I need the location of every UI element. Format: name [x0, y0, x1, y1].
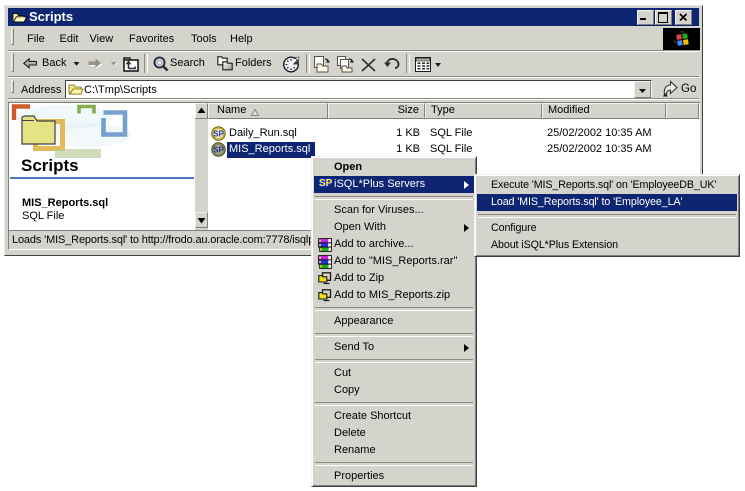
svg-text:SP: SP [213, 130, 224, 139]
svg-text:SP: SP [213, 146, 224, 155]
